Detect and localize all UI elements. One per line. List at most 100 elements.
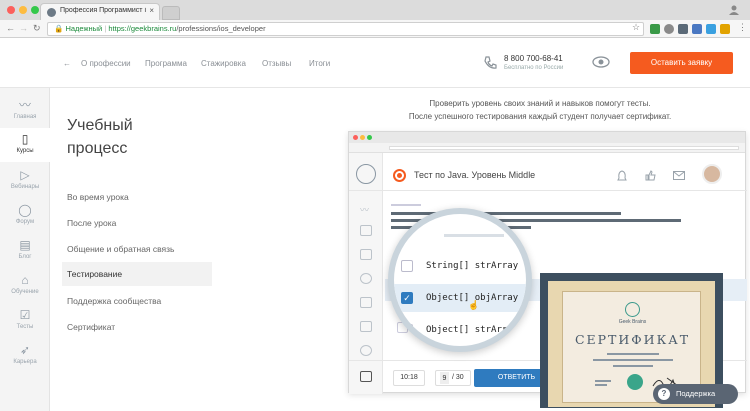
book-icon: ▯ bbox=[21, 132, 29, 146]
support-button[interactable]: ? Поддержка bbox=[653, 384, 738, 404]
browser-tab-bar: Профессия Программист iOS × bbox=[0, 0, 750, 20]
sidebar-item-career[interactable]: ➶ Карьера bbox=[0, 339, 50, 373]
url-path: /professions/ios_developer bbox=[176, 24, 266, 33]
sidebar-item-label: Карьера bbox=[13, 359, 37, 365]
sidebar-item-webinars[interactable]: ▷ Вебинары bbox=[0, 164, 50, 198]
sidebar-item-blog[interactable]: ▤ Блог bbox=[0, 234, 50, 268]
browser-tab[interactable]: Профессия Программист iOS × bbox=[40, 3, 160, 20]
test-title: Тест по Java. Уровень Middle bbox=[414, 170, 536, 180]
timer: 10:18 bbox=[393, 370, 425, 386]
sidebar: 〰 Главная ▯ Курсы ▷ Вебинары ◯ Форум ▤ Б… bbox=[0, 38, 50, 411]
mock-news-icon bbox=[360, 297, 372, 308]
graduation-cap-icon: ⌂ bbox=[21, 273, 29, 287]
chat-icon: ◯ bbox=[18, 203, 32, 217]
sidebar-item-courses[interactable]: ▯ Курсы bbox=[0, 128, 50, 162]
menu-item-community-support[interactable]: Поддержка сообщества bbox=[67, 296, 161, 306]
rocket-icon: ➶ bbox=[19, 343, 31, 357]
nav-link-internship[interactable]: Стажировка bbox=[201, 59, 246, 68]
mock-window-bar bbox=[349, 132, 745, 143]
progress-counter: 9 / 30 bbox=[435, 370, 471, 386]
phone-number[interactable]: 8 800 700-68-41 bbox=[504, 54, 563, 63]
answer-option-1[interactable]: String[] strArray bbox=[426, 261, 518, 271]
avatar bbox=[702, 164, 722, 184]
secure-label: Надежный bbox=[65, 24, 103, 33]
page-title: Учебный процесс bbox=[67, 117, 133, 157]
menu-item-during-lesson[interactable]: Во время урока bbox=[67, 192, 129, 202]
option-checkbox[interactable] bbox=[401, 260, 413, 272]
test-status-icon bbox=[393, 169, 406, 182]
video-icon: ▷ bbox=[20, 168, 30, 182]
menu-kebab-icon[interactable]: ⋮ bbox=[738, 22, 747, 33]
checkmark-icon[interactable]: ✓ bbox=[401, 292, 413, 304]
mock-cap-icon bbox=[360, 321, 372, 332]
extension-icon[interactable] bbox=[678, 24, 688, 34]
forward-icon[interactable]: → bbox=[19, 23, 28, 33]
menu-item-after-lesson[interactable]: После урока bbox=[67, 218, 116, 228]
lock-icon: 🔒 bbox=[54, 24, 64, 33]
sidebar-item-label: Курсы bbox=[16, 148, 34, 154]
like-icon bbox=[645, 170, 656, 181]
back-icon[interactable]: ← bbox=[6, 23, 15, 33]
mock-book-icon bbox=[360, 225, 372, 236]
news-icon: ▤ bbox=[19, 238, 31, 252]
tab-close-icon[interactable]: × bbox=[149, 6, 154, 15]
sidebar-item-label: Блог bbox=[18, 254, 32, 260]
brain-logo-icon bbox=[625, 302, 640, 317]
mock-checkbox-icon bbox=[360, 371, 372, 382]
magnifier-lens: String[] strArray ✓ Object[] objArray ☝ … bbox=[388, 208, 532, 352]
pulse-icon: 〰 bbox=[18, 98, 31, 112]
menu-item-communication[interactable]: Общение и обратная связь bbox=[67, 244, 175, 254]
eye-icon[interactable] bbox=[592, 55, 610, 69]
bookmark-star-icon[interactable]: ☆ bbox=[632, 22, 640, 33]
mock-logo-icon bbox=[356, 164, 376, 184]
mock-video-icon bbox=[360, 249, 372, 260]
new-tab-button[interactable] bbox=[162, 6, 180, 20]
submit-application-button[interactable]: Оставить заявку bbox=[630, 52, 733, 74]
progress-current: 9 bbox=[440, 372, 449, 384]
sidebar-item-forum[interactable]: ◯ Форум bbox=[0, 199, 50, 233]
extension-icon[interactable] bbox=[706, 24, 716, 34]
bell-icon bbox=[617, 170, 627, 181]
sidebar-item-label: Обучение bbox=[11, 289, 39, 295]
menu-item-certificate[interactable]: Сертификат bbox=[67, 322, 115, 332]
nav-link-reviews[interactable]: Отзывы bbox=[262, 59, 291, 68]
zoom-window-button[interactable] bbox=[31, 6, 39, 14]
sidebar-item-label: Тесты bbox=[16, 324, 34, 330]
progress-total: / 30 bbox=[452, 374, 464, 381]
extension-icon[interactable] bbox=[692, 24, 702, 34]
certificate-title: СЕРТИФИКАТ bbox=[574, 332, 691, 347]
checkbox-icon: ☑ bbox=[19, 308, 31, 322]
close-window-button[interactable] bbox=[7, 6, 15, 14]
favicon-icon bbox=[47, 8, 56, 17]
tab-title: Профессия Программист iOS bbox=[60, 7, 146, 14]
cursor-hand-icon: ☝ bbox=[468, 300, 480, 310]
search-extension-icon[interactable] bbox=[664, 24, 674, 34]
seal-icon bbox=[627, 374, 643, 390]
minimize-window-button[interactable] bbox=[19, 6, 27, 14]
sidebar-item-learning[interactable]: ⌂ Обучение bbox=[0, 269, 50, 303]
mock-rocket-icon bbox=[360, 345, 372, 356]
sidebar-item-label: Вебинары bbox=[10, 184, 40, 190]
intro-line-2: После успешного тестирования каждый студ… bbox=[408, 112, 672, 121]
sidebar-item-home[interactable]: 〰 Главная bbox=[0, 94, 50, 128]
nav-link-program[interactable]: Программа bbox=[145, 59, 187, 68]
mock-chat-icon bbox=[360, 273, 372, 284]
user-profile-icon[interactable] bbox=[728, 4, 740, 16]
nav-link-results[interactable]: Итоги bbox=[309, 59, 330, 68]
extension-icon[interactable] bbox=[650, 24, 660, 34]
mock-pulse-icon: 〰 bbox=[360, 205, 370, 215]
phone-note: Бесплатно по России bbox=[504, 65, 564, 71]
sidebar-item-tests[interactable]: ☑ Тесты bbox=[0, 304, 50, 338]
extension-icon[interactable] bbox=[720, 24, 730, 34]
back-arrow-icon[interactable]: ← bbox=[63, 59, 71, 68]
address-bar[interactable]: 🔒 Надежный | https://geekbrains.ru/profe… bbox=[47, 22, 644, 36]
answer-option-3[interactable]: Object[] strArray bbox=[426, 325, 518, 335]
reload-icon[interactable]: ↻ bbox=[33, 23, 41, 34]
nav-link-about[interactable]: О профессии bbox=[81, 59, 131, 68]
support-label: Поддержка bbox=[676, 389, 716, 398]
phone-icon bbox=[484, 56, 497, 69]
sidebar-item-label: Главная bbox=[13, 114, 37, 120]
menu-item-testing[interactable]: Тестирование bbox=[62, 262, 212, 286]
option-checkbox[interactable] bbox=[401, 324, 413, 336]
sidebar-item-label: Форум bbox=[15, 219, 35, 225]
